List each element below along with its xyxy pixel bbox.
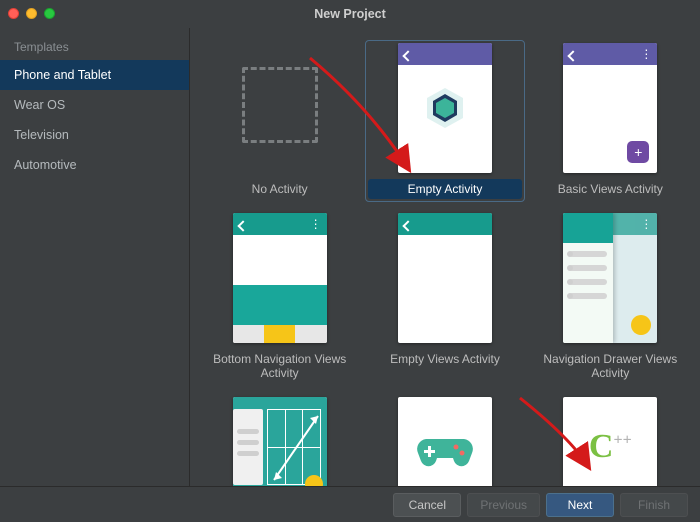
jetpack-compose-icon [423,86,467,130]
sidebar: Templates Phone and Tablet Wear OS Telev… [0,28,190,486]
fab-icon [631,315,651,335]
resize-arrow-icon [268,410,320,484]
template-preview [398,397,492,486]
titlebar: New Project [0,0,700,28]
template-empty-views-activity[interactable]: Empty Views Activity [365,210,524,386]
sidebar-item-label: Wear OS [14,98,65,112]
overflow-menu-icon: ⋮ [640,218,651,230]
template-game-activity[interactable] [365,394,524,486]
template-bottom-navigation-views-activity[interactable]: ⋮ Bottom Navigation Views Activity [200,210,359,386]
appbar: ⋮ [563,43,657,65]
template-preview [398,43,492,173]
cpp-icon: C++ [589,428,632,466]
sidebar-item-wear-os[interactable]: Wear OS [0,90,189,120]
template-preview [233,397,327,486]
appbar: ⋮ [233,213,327,235]
template-preview [233,43,327,173]
back-arrow-icon [239,219,249,229]
window-controls [8,8,55,19]
finish-button[interactable]: Finish [620,493,688,517]
templates-pane: No Activity Empty Activity [190,28,700,486]
dialog-body: Templates Phone and Tablet Wear OS Telev… [0,28,700,486]
template-label: Navigation Drawer Views Activity [534,349,687,383]
sidebar-item-television[interactable]: Television [0,120,189,150]
sidebar-item-automotive[interactable]: Automotive [0,150,189,180]
gamepad-icon [416,431,474,471]
overflow-menu-icon: ⋮ [310,218,321,230]
responsive-grid-illustration [233,397,327,486]
cancel-button[interactable]: Cancel [393,493,461,517]
back-arrow-icon [404,219,414,229]
dashed-box-icon [242,67,318,143]
template-preview: ⋮ + [563,43,657,173]
sidebar-header: Templates [0,34,189,60]
fab-icon [305,475,323,486]
template-no-activity[interactable]: No Activity [200,40,359,202]
template-empty-activity[interactable]: Empty Activity [365,40,524,202]
content-area [233,285,327,325]
template-label: Bottom Navigation Views Activity [203,349,356,383]
dialog-footer: Cancel Previous Next Finish [0,486,700,522]
bottom-nav [233,325,327,343]
overflow-menu-icon: ⋮ [640,48,651,60]
sidebar-item-phone-tablet[interactable]: Phone and Tablet [0,60,189,90]
previous-button[interactable]: Previous [467,493,540,517]
template-preview: ⋮ [563,213,657,343]
template-label: Empty Activity [368,179,521,199]
zoom-window-icon[interactable] [44,8,55,19]
template-label: No Activity [203,179,356,199]
template-preview: C++ [563,397,657,486]
nav-drawer [563,213,613,343]
template-preview [398,213,492,343]
template-basic-views-activity[interactable]: ⋮ + Basic Views Activity [531,40,690,202]
appbar [398,43,492,65]
sidebar-item-label: Television [14,128,69,142]
template-responsive-views-activity[interactable] [200,394,359,486]
back-arrow-icon [404,49,414,59]
window-title: New Project [0,7,700,21]
template-label: Basic Views Activity [534,179,687,199]
sidebar-item-label: Phone and Tablet [14,68,111,82]
back-arrow-icon [569,49,579,59]
template-navigation-drawer-views-activity[interactable]: ⋮ Navigation Drawer Views Activity [531,210,690,386]
next-button[interactable]: Next [546,493,614,517]
template-label: Empty Views Activity [368,349,521,369]
appbar [398,213,492,235]
sidebar-item-label: Automotive [14,158,77,172]
templates-grid: No Activity Empty Activity [200,40,690,486]
fab-add-icon: + [627,141,649,163]
template-native-cpp[interactable]: C++ [531,394,690,486]
template-preview: ⋮ [233,213,327,343]
minimize-window-icon[interactable] [26,8,37,19]
close-window-icon[interactable] [8,8,19,19]
